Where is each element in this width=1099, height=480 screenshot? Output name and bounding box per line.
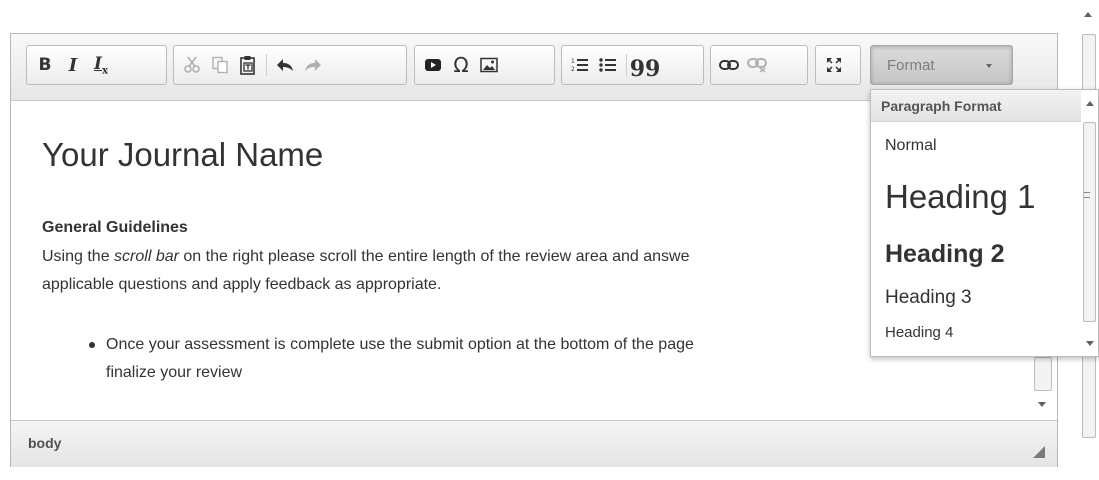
numbered-list-button[interactable]: 12	[566, 50, 594, 80]
copy-button[interactable]	[206, 50, 234, 80]
svg-text:2: 2	[571, 66, 575, 73]
link-icon	[719, 60, 739, 70]
bold-button[interactable]: B	[31, 50, 59, 80]
cut-button[interactable]	[178, 50, 206, 80]
redo-icon	[305, 59, 321, 71]
scroll-down-arrow-icon[interactable]	[1086, 341, 1094, 346]
menu-item-normal[interactable]: Normal	[885, 137, 937, 155]
media-icon	[425, 59, 441, 71]
scroll-down-arrow-icon[interactable]	[1038, 402, 1046, 407]
remove-format-button[interactable]: Ix	[87, 50, 115, 80]
special-char-button[interactable]: Ω	[447, 50, 475, 80]
quote-icon: 99	[629, 56, 661, 82]
editor-statusbar: body	[11, 420, 1057, 467]
journal-title: Your Journal Name	[42, 136, 324, 173]
copy-icon	[212, 56, 228, 74]
paragraph-format-menu: Paragraph Format Normal Heading 1 Headin…	[870, 89, 1099, 357]
bulleted-list-button[interactable]	[594, 50, 622, 80]
italic-button[interactable]: I	[59, 50, 87, 80]
toolbar-separator	[266, 54, 267, 76]
image-icon	[480, 57, 498, 73]
grip-icon	[1084, 192, 1090, 198]
basic-styles-group: B I Ix	[26, 45, 167, 85]
menu-item-heading-1[interactable]: Heading 1	[885, 178, 1035, 216]
format-label: Format	[887, 56, 935, 74]
menu-scrollbar[interactable]	[1081, 90, 1098, 356]
paste-text-button[interactable]	[234, 50, 262, 80]
italic-icon: I	[68, 54, 78, 76]
blockquote-button[interactable]: 99	[629, 50, 661, 82]
links-group	[710, 45, 808, 85]
guidelines-text-line2: applicable questions and apply feedback …	[42, 276, 442, 293]
guidelines-heading: General Guidelines	[42, 219, 188, 236]
redo-button[interactable]	[299, 50, 327, 80]
menu-scroll-thumb[interactable]	[1083, 122, 1096, 322]
cut-icon	[184, 56, 200, 73]
maximize-button[interactable]	[820, 50, 848, 80]
format-dropdown[interactable]: Format	[870, 45, 1013, 85]
element-path[interactable]: body	[28, 435, 61, 451]
svg-text:1: 1	[571, 58, 575, 65]
chevron-down-icon	[986, 64, 992, 68]
bullet-icon	[89, 342, 95, 348]
insert-media-group: Ω	[414, 45, 555, 85]
menu-item-heading-4[interactable]: Heading 4	[885, 324, 953, 341]
numbered-list-icon: 12	[571, 58, 588, 73]
guidelines-text-part: on the right please scroll the entire le…	[178, 248, 690, 265]
clipboard-group	[173, 45, 407, 85]
unlink-icon	[747, 58, 767, 73]
undo-icon	[277, 59, 293, 71]
content-scroll-thumb[interactable]	[1034, 357, 1052, 391]
paste-text-icon	[240, 56, 255, 75]
scroll-up-arrow-icon[interactable]	[1084, 12, 1092, 17]
list-item-line2: finalize your review	[106, 364, 243, 381]
image-button[interactable]	[475, 50, 503, 80]
lists-group: 12 99	[561, 45, 704, 85]
list-item-line1: Once your assessment is complete use the…	[106, 336, 694, 353]
menu-item-heading-3[interactable]: Heading 3	[885, 287, 972, 309]
resize-grip-icon[interactable]	[1033, 446, 1045, 458]
undo-button[interactable]	[271, 50, 299, 80]
tools-group	[815, 45, 861, 85]
guidelines-text-part: Using the	[42, 248, 115, 265]
unlink-button[interactable]	[743, 50, 771, 80]
scroll-up-arrow-icon[interactable]	[1086, 101, 1094, 106]
maximize-icon	[827, 58, 841, 72]
link-button[interactable]	[715, 50, 743, 80]
omega-icon: Ω	[453, 53, 469, 77]
menu-item-heading-2[interactable]: Heading 2	[885, 240, 1004, 269]
toolbar-separator	[626, 54, 627, 76]
bold-icon: B	[38, 55, 52, 75]
media-embed-button[interactable]	[419, 50, 447, 80]
bulleted-list-icon	[599, 58, 616, 72]
remove-format-icon: Ix	[94, 53, 108, 77]
scroll-bar-emphasis: scroll bar	[114, 248, 179, 265]
menu-header: Paragraph Format	[871, 90, 1083, 122]
